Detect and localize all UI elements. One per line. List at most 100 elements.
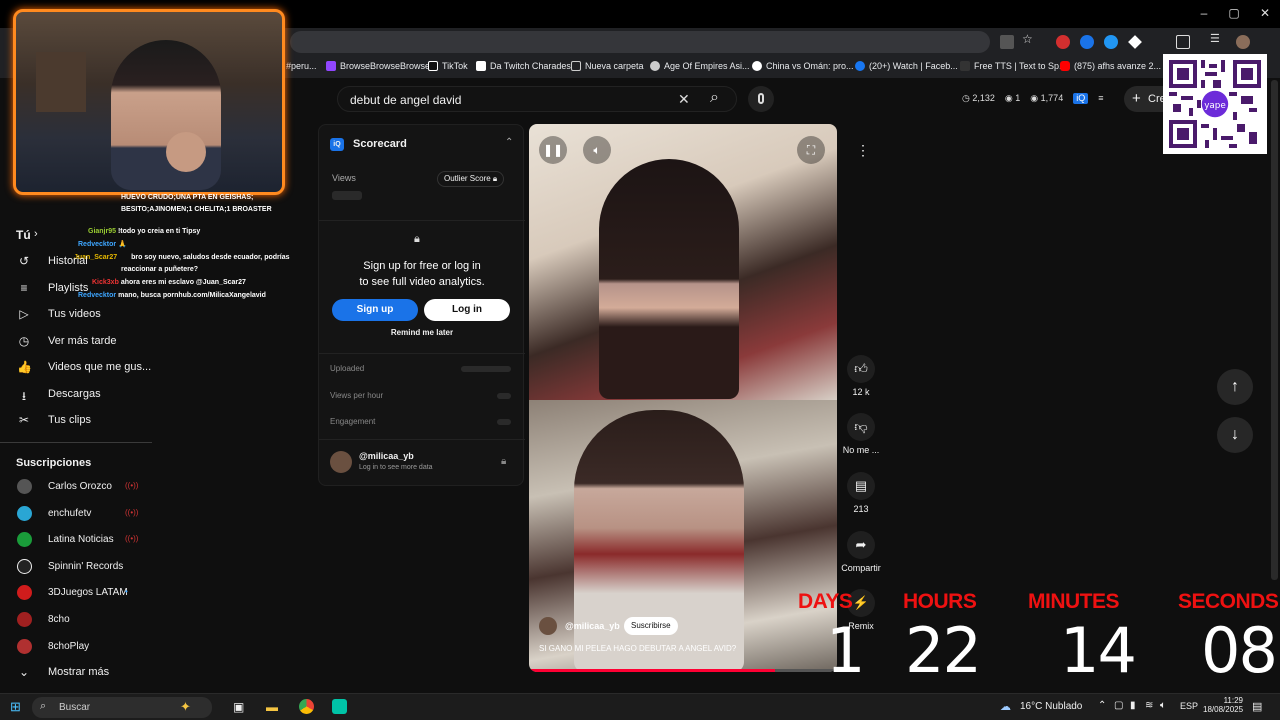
media-control-icon[interactable]: ☰ [1210,32,1224,46]
close-window-button[interactable]: ✕ [1255,6,1275,20]
previous-video-button[interactable]: ↑ [1217,369,1253,405]
microphone-tray-icon[interactable]: ▮ [1130,700,1136,711]
voice-search-button[interactable] [748,86,774,112]
more-options-icon[interactable]: ⋮ [856,142,870,159]
search-input[interactable]: debut de angel david [350,93,461,107]
sidebar-item-descargas[interactable]: ⭳ Descargas [0,382,150,408]
collapse-chevron-icon[interactable]: ⌃ [505,137,513,148]
outlier-score-badge[interactable]: Outlier Score 🔒︎ [437,171,505,187]
weather-text[interactable]: 16°C Nublado [1020,701,1082,712]
qr-code-image: yape [1169,60,1261,148]
plus-icon: + [1132,90,1141,107]
chrome-icon[interactable] [299,699,314,714]
bookmark-item[interactable]: #peru... [286,61,317,71]
arrow-down-icon: ↓ [1231,426,1239,443]
sidebar-you-header[interactable]: Tú › [0,223,150,249]
remind-me-later-link[interactable]: Remind me later [319,328,525,337]
sidebar-subscription[interactable]: 8cho [0,607,150,633]
restore-button[interactable]: ▢ [1224,6,1244,20]
pause-button[interactable]: ❚❚ [539,136,567,164]
lock-icon: 🔒︎ [414,233,420,245]
sidebar-subscription[interactable]: Carlos Orozco ((•)) [0,474,150,500]
sidebar-subscription[interactable]: Spinnin' Records [0,554,150,580]
clock[interactable]: 11:29 18/08/2025 [1203,696,1243,714]
new-content-indicator: • [125,587,128,596]
chevron-down-icon: ⌄ [18,665,30,679]
channel-subtext: Log in to see more data [359,464,433,471]
bookmark-item[interactable]: (20+) Watch | Faceb... [855,61,958,71]
extensions-puzzle-icon[interactable] [1176,35,1190,49]
charades-icon [476,61,486,71]
profile-avatar[interactable] [1236,35,1250,49]
tray-chevron-icon[interactable]: ⌃ [1098,700,1106,711]
video-channel-handle[interactable]: @milicaa_yb [565,621,620,631]
video-icon: ▷ [19,307,29,321]
menu-icon[interactable]: ≡ [1098,93,1103,104]
fullscreen-icon: ⛶ [806,143,816,157]
bookmark-item[interactable]: BrowseBrowseBrowse [326,61,430,71]
scissors-icon: ✂ [18,413,30,427]
extension-icon-4[interactable] [1128,35,1142,49]
bookmark-item[interactable]: Free TTS | Text to Sp... [960,61,1067,71]
clear-search-icon[interactable]: ✕ [678,91,690,108]
sidebar-item-liked-videos[interactable]: 👍 Videos que me gus... [0,355,151,381]
task-view-icon[interactable]: ▣ [233,700,244,714]
thumbs-down-icon: 👎︎ [847,413,875,441]
bookmark-item[interactable]: Age Of Empires Asi... [650,61,750,71]
minimize-button[interactable]: – [1194,6,1214,20]
sidebar-subscription[interactable]: 8choPlay [0,634,150,660]
file-explorer-icon[interactable]: ▬ [266,700,278,714]
bookmark-item[interactable]: China vs Omán: pro... [752,61,854,71]
sidebar-item-tus-clips[interactable]: ✂ Tus clips [0,408,150,434]
sidebar-item-historial[interactable]: ↺ Historial [0,249,150,275]
volume-button[interactable]: 🔈︎ [583,136,611,164]
avatar [17,506,32,521]
vidiq-icon[interactable]: iQ [1073,93,1089,104]
sidebar-subscription[interactable]: 3DJuegos LATAM • [0,580,150,606]
log-in-button[interactable]: Log in [424,299,510,321]
wifi-icon[interactable]: ≋ [1145,700,1153,711]
sidebar-subscription[interactable]: Latina Noticias ((•)) [0,527,150,553]
subscribe-button[interactable]: Suscribirse [624,617,678,635]
days-label: DAYS [798,590,853,613]
extension-icon-3[interactable] [1104,35,1118,49]
like-button[interactable]: 👍︎ 12 k [840,355,882,397]
seconds-label: SECONDS [1178,590,1279,613]
speaker-icon[interactable]: 🔈︎ [1160,700,1166,711]
tray-app-icon[interactable]: ▢ [1114,700,1123,711]
language-indicator[interactable]: ESP [1180,701,1198,711]
bookmark-star-icon[interactable]: ☆ [1022,32,1036,46]
extension-icon-2[interactable] [1080,35,1094,49]
sign-up-button[interactable]: Sign up [332,299,418,321]
channel-handle[interactable]: @milicaa_yb [359,451,414,461]
page-scrollbar[interactable] [1271,80,1278,580]
channel-avatar[interactable] [539,617,557,635]
notifications-icon[interactable]: ▤ [1252,700,1262,713]
taskbar-search[interactable]: ⌕ Buscar ✦ [32,697,212,718]
bookmark-item[interactable]: Da Twitch Charades [476,61,571,71]
share-button[interactable]: ➦ Compartir [840,531,882,573]
sidebar-subscription[interactable]: enchufetv ((•)) [0,501,150,527]
next-video-button[interactable]: ↓ [1217,417,1253,453]
windows-start-icon[interactable]: ⊞ [10,699,21,715]
bookmark-item[interactable]: TikTok [428,61,468,71]
hours-value: 22 [905,614,982,687]
video-stats: ◷ 2,132 ◉ 1 ◉ 1,774 iQ ≡ [962,93,1104,104]
app-icon[interactable] [332,699,347,714]
comments-button[interactable]: ▤ 213 [840,472,882,514]
scorecard-title: Scorecard [353,138,407,150]
fullscreen-button[interactable]: ⛶ [797,136,825,164]
extension-icon-1[interactable] [1056,35,1070,49]
sidebar-item-playlists[interactable]: ≡ Playlists [0,276,150,302]
dislike-button[interactable]: 👎︎ No me ... [840,413,882,455]
show-more-button[interactable]: ⌄ Mostrar más [0,660,150,686]
sidebar-item-tus-videos[interactable]: ▷ Tus videos [0,302,150,328]
search-bar[interactable]: debut de angel david ✕ ⌕ [337,86,737,112]
search-icon[interactable]: ⌕ [710,89,719,107]
bookmark-item[interactable]: (875) afhs avanze 2... [1060,61,1161,71]
bookmark-folder[interactable]: Nueva carpeta [571,61,644,71]
address-bar[interactable] [290,31,990,53]
clock-icon: ◷ [18,334,30,348]
install-icon[interactable] [1000,35,1014,49]
sidebar-item-ver-mas-tarde[interactable]: ◷ Ver más tarde [0,329,150,355]
